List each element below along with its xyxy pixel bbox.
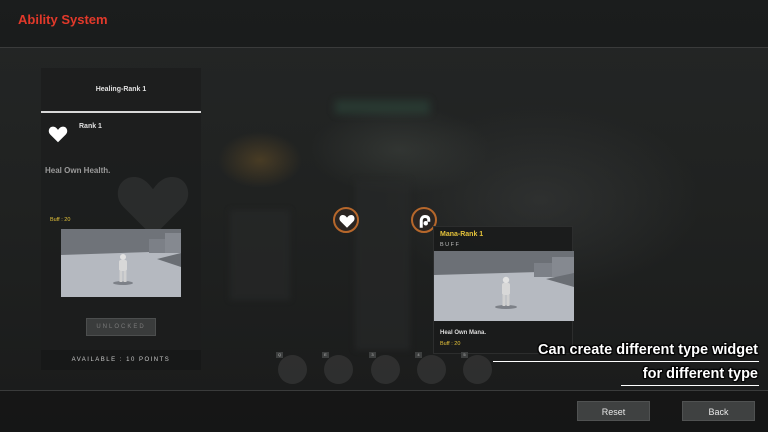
hotkey-slot-4[interactable] bbox=[417, 355, 446, 384]
ability-tooltip: Mana-Rank 1 BUFF Heal Own Mana. Buff : 2… bbox=[433, 226, 574, 354]
ability-title: Healing-Rank 1 bbox=[95, 86, 147, 93]
hand-icon bbox=[419, 215, 431, 228]
back-button[interactable]: Back bbox=[682, 401, 755, 421]
hotkey-label: E bbox=[322, 352, 329, 358]
ability-detail-panel: Healing-Rank 1 Rank 1 Heal Own Health. B… bbox=[41, 68, 201, 370]
tooltip-preview-image bbox=[434, 251, 574, 321]
available-points: AVAILABLE : 10 POINTS bbox=[41, 350, 201, 370]
hotkey-slot-2[interactable] bbox=[324, 355, 353, 384]
caption-underline bbox=[621, 385, 759, 386]
page-title: Ability System bbox=[18, 12, 108, 27]
tooltip-title: Mana-Rank 1 bbox=[440, 231, 484, 238]
ability-description: Heal Own Health. bbox=[45, 166, 111, 175]
healing-ability-node[interactable] bbox=[333, 207, 359, 233]
hotkey-slot-3[interactable] bbox=[371, 355, 400, 384]
caption-underline bbox=[493, 361, 759, 362]
hotkey-label: Q bbox=[276, 352, 283, 358]
background-shape bbox=[355, 180, 410, 350]
hotkey-slot-5[interactable] bbox=[463, 355, 492, 384]
hotkey-label: 3 bbox=[369, 352, 376, 358]
hotkey-label: 5 bbox=[461, 352, 468, 358]
reset-button[interactable]: Reset bbox=[577, 401, 650, 421]
rank-label: Rank 1 bbox=[79, 123, 102, 130]
tooltip-type: BUFF bbox=[440, 242, 461, 248]
unlock-button[interactable]: UNLOCKED bbox=[86, 318, 156, 336]
heart-icon bbox=[48, 126, 68, 143]
header-bar: Ability System bbox=[0, 0, 768, 48]
caption-line-1: Can create different type widget bbox=[538, 342, 758, 358]
hotkey-slot-1[interactable] bbox=[278, 355, 307, 384]
background-shape bbox=[230, 210, 290, 300]
background-light bbox=[335, 100, 430, 114]
title-divider bbox=[41, 111, 201, 113]
heart-icon bbox=[339, 215, 355, 228]
footer-bar bbox=[0, 390, 768, 432]
buff-value: Buff : 20 bbox=[50, 217, 71, 223]
ability-preview-image bbox=[61, 229, 181, 297]
caption-line-2: for different type bbox=[642, 366, 758, 382]
hotkey-label: 4 bbox=[415, 352, 422, 358]
tooltip-description: Heal Own Mana. bbox=[440, 330, 487, 336]
tooltip-buff: Buff : 20 bbox=[440, 341, 461, 347]
